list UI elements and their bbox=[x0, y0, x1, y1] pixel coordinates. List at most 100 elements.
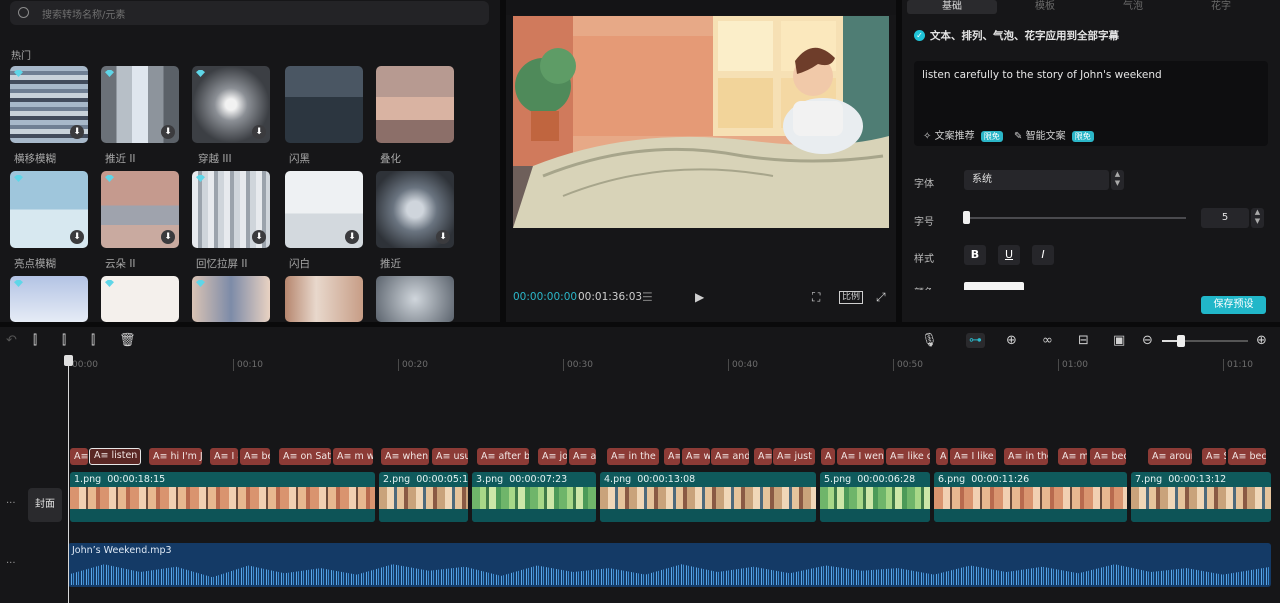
video-clip[interactable]: 1.png 00:00:18:15 bbox=[70, 472, 375, 522]
subtitle-clip[interactable]: A≡ bec bbox=[1090, 448, 1126, 465]
subtitle-clip[interactable]: A≡ bbox=[754, 448, 772, 465]
video-clip[interactable]: 3.png 00:00:07:23 bbox=[472, 472, 596, 522]
video-clip[interactable]: 5.png 00:00:06:28 bbox=[820, 472, 930, 522]
trim-left-icon[interactable]: ⫿ bbox=[62, 333, 66, 348]
subtitle-clip[interactable]: A≡ w bbox=[682, 448, 710, 465]
subtitle-clip[interactable]: A≡ I went bbox=[837, 448, 884, 465]
download-icon[interactable]: ⬇ bbox=[70, 230, 84, 244]
fullscreen-icon[interactable]: ⤢ bbox=[876, 290, 886, 305]
tab-basic[interactable]: 基础 bbox=[907, 0, 997, 14]
transition-tile[interactable]: ⬇ bbox=[192, 66, 270, 143]
subtitle-clip[interactable]: A≡ ar bbox=[569, 448, 596, 465]
subtitle-clip[interactable]: A≡ after br bbox=[477, 448, 529, 465]
split-icon[interactable]: ⫿ bbox=[33, 333, 37, 348]
transition-tile[interactable]: ⬇ bbox=[192, 171, 270, 248]
subtitle-clip[interactable]: A≡ bbox=[70, 448, 88, 465]
italic-button[interactable]: I bbox=[1032, 245, 1054, 265]
recommend-button[interactable]: ✧ 文案推荐 限免 bbox=[923, 127, 1003, 142]
size-stepper[interactable]: ▲ ▼ bbox=[1251, 208, 1264, 228]
transition-tile[interactable] bbox=[376, 66, 454, 143]
subtitle-clip[interactable]: A≡ S bbox=[1202, 448, 1226, 465]
subtitle-clip[interactable]: A≡ like cl bbox=[886, 448, 930, 465]
transition-tile[interactable]: ⬇ bbox=[376, 171, 454, 248]
transition-tile[interactable]: ⬇ bbox=[101, 66, 179, 143]
subtitle-clip[interactable]: A≡ in the bbox=[1004, 448, 1048, 465]
size-slider-track[interactable] bbox=[966, 217, 1186, 219]
ratio-button[interactable]: 比例 bbox=[839, 291, 864, 304]
video-clip[interactable]: 4.png 00:00:13:08 bbox=[600, 472, 816, 522]
subtitle-clip[interactable]: A≡ be bbox=[240, 448, 270, 465]
subtitle-clip[interactable]: A≡ when I bbox=[381, 448, 429, 465]
subtitle-clip[interactable]: A≡ and bbox=[711, 448, 749, 465]
transition-tile[interactable] bbox=[376, 276, 454, 322]
download-icon[interactable]: ⬇ bbox=[252, 125, 266, 139]
link-icon[interactable]: ⊕ bbox=[1006, 333, 1017, 348]
video-clip[interactable]: 2.png 00:00:05:19 bbox=[379, 472, 468, 522]
search-input[interactable]: 搜索转场名称/元素 bbox=[42, 6, 125, 21]
size-input[interactable]: 5 bbox=[1201, 208, 1249, 228]
search-bar[interactable]: 搜索转场名称/元素 bbox=[10, 1, 489, 25]
transition-tile[interactable] bbox=[192, 276, 270, 322]
tab-bubble[interactable]: 气泡 bbox=[1088, 0, 1178, 14]
subtitle-clip[interactable]: A≡ bec bbox=[1228, 448, 1266, 465]
subtitle-clip[interactable]: A≡ just c bbox=[773, 448, 815, 465]
tab-template[interactable]: 模板 bbox=[1000, 0, 1090, 14]
subtitle-clip[interactable]: A bbox=[936, 448, 948, 465]
save-preset-button[interactable]: 保存预设 bbox=[1201, 296, 1266, 314]
preview-video[interactable] bbox=[513, 16, 889, 228]
zoom-out-icon[interactable]: ⊖ bbox=[1142, 333, 1153, 348]
video-clip[interactable]: 6.png 00:00:11:26 bbox=[934, 472, 1127, 522]
download-icon[interactable]: ⬇ bbox=[70, 125, 84, 139]
bold-button[interactable]: B bbox=[964, 245, 986, 265]
list-icon[interactable]: ☰ bbox=[642, 290, 653, 304]
font-stepper[interactable]: ▲ ▼ bbox=[1111, 170, 1124, 190]
subtitle-clip[interactable]: A≡ bbox=[664, 448, 680, 465]
transition-tile[interactable] bbox=[10, 276, 88, 322]
font-select[interactable]: 系统 bbox=[964, 170, 1109, 190]
time-ruler[interactable]: 00:00 00:10 00:20 00:30 00:40 00:50 01:0… bbox=[68, 355, 1280, 371]
trim-right-icon[interactable]: ⫿ bbox=[91, 333, 95, 348]
transition-tile[interactable] bbox=[101, 276, 179, 322]
download-icon[interactable]: ⬇ bbox=[345, 230, 359, 244]
subtitle-clip[interactable]: A≡ hi I'm Jo bbox=[149, 448, 202, 465]
subtitle-clip[interactable]: A≡ in the a bbox=[607, 448, 659, 465]
snap-icon[interactable]: ⊶ bbox=[966, 333, 985, 348]
transition-tile[interactable]: ⬇ bbox=[10, 171, 88, 248]
zoom-in-icon[interactable]: ⊕ bbox=[1256, 333, 1267, 348]
track-menu-icon[interactable]: ··· bbox=[6, 558, 16, 569]
subtitle-clip[interactable]: A≡ m wh bbox=[333, 448, 373, 465]
zoom-slider-handle[interactable] bbox=[1177, 335, 1185, 347]
playhead-handle[interactable] bbox=[64, 355, 73, 366]
tab-fancy-text[interactable]: 花字 bbox=[1176, 0, 1266, 14]
track-menu-icon[interactable]: ··· bbox=[6, 498, 16, 509]
subtitle-clip[interactable]: A≡ my bbox=[1058, 448, 1087, 465]
microphone-icon[interactable]: 🎙 bbox=[921, 333, 938, 348]
subtitle-clip[interactable]: A bbox=[821, 448, 835, 465]
size-slider-handle[interactable] bbox=[963, 211, 970, 224]
download-icon[interactable]: ⬇ bbox=[436, 230, 450, 244]
split-view-icon[interactable]: ⊟ bbox=[1078, 333, 1089, 348]
delete-icon[interactable]: 🗑 bbox=[119, 333, 136, 348]
transition-tile[interactable]: ⬇ bbox=[285, 171, 363, 248]
subtitle-clip[interactable]: A≡ arour bbox=[1148, 448, 1192, 465]
color-swatch[interactable] bbox=[964, 282, 1024, 290]
subtitle-clip[interactable]: A≡ I a bbox=[210, 448, 238, 465]
subtitle-clip[interactable]: A≡ on Satu bbox=[279, 448, 331, 465]
chain-icon[interactable]: ∞ bbox=[1042, 333, 1053, 348]
download-icon[interactable]: ⬇ bbox=[161, 125, 175, 139]
underline-button[interactable]: U bbox=[998, 245, 1020, 265]
download-icon[interactable]: ⬇ bbox=[161, 230, 175, 244]
subtitle-clip[interactable]: A≡ usu bbox=[432, 448, 468, 465]
preview-icon[interactable]: ▣ bbox=[1113, 333, 1125, 348]
subtitle-clip[interactable]: A≡ listen c bbox=[89, 448, 141, 465]
transition-tile[interactable] bbox=[285, 276, 363, 322]
subtitle-clip[interactable]: A≡ jo bbox=[538, 448, 567, 465]
video-clip[interactable]: 7.png 00:00:13:12 bbox=[1131, 472, 1271, 522]
smart-copy-button[interactable]: ✎ 智能文案 限免 bbox=[1014, 127, 1094, 142]
cover-button[interactable]: 封面 bbox=[28, 488, 62, 522]
subtitle-clip[interactable]: A≡ I like I bbox=[950, 448, 996, 465]
download-icon[interactable]: ⬇ bbox=[252, 230, 266, 244]
transition-tile[interactable]: ⬇ bbox=[10, 66, 88, 143]
apply-all-checkbox[interactable]: ✓ bbox=[914, 30, 925, 41]
undo-icon[interactable]: ↶ bbox=[6, 333, 17, 348]
